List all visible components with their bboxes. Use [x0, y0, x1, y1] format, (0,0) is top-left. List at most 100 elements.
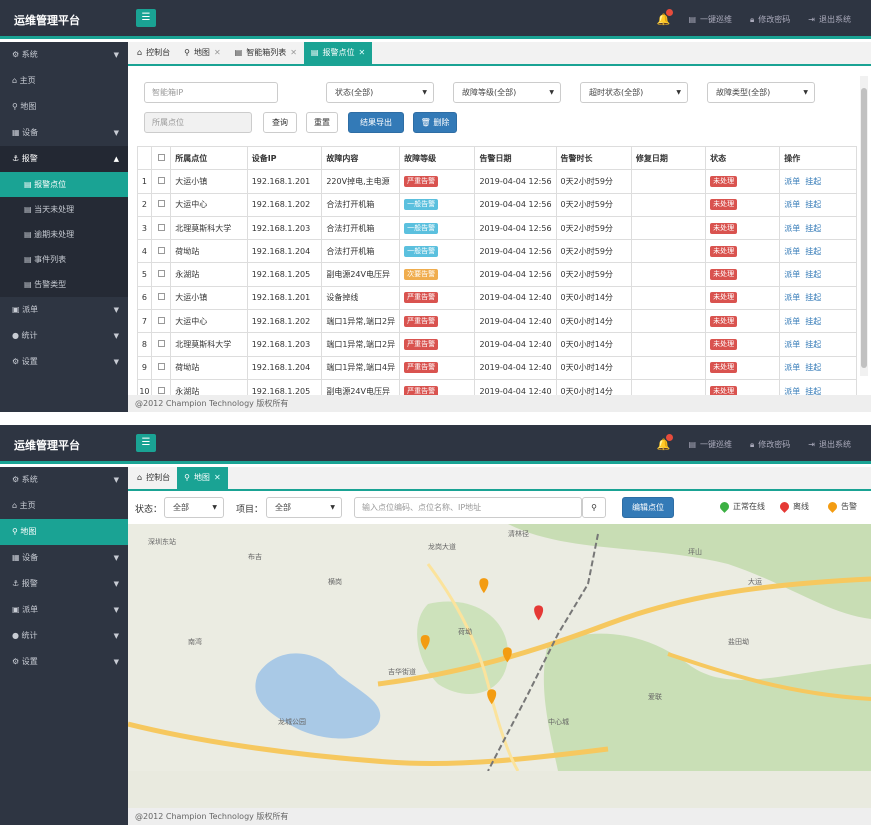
scrollbar-thumb[interactable]	[861, 88, 867, 368]
sidebar-item-stats[interactable]: ● 统计 ▼	[0, 323, 128, 349]
suspend-link[interactable]: 挂起	[805, 224, 821, 233]
tab-map[interactable]: ⚲ 地图 ✕	[177, 467, 228, 489]
location-input[interactable]: 所属点位	[144, 112, 252, 133]
map-status-select[interactable]: 全部 ▼	[164, 497, 224, 518]
table-row[interactable]: 1 大运小镇 192.168.1.201 220V掉电,主电源 严重告警 2019-04-…	[137, 169, 857, 194]
sidebar-sub-alarm-points[interactable]: ▤ 报警点位	[0, 172, 128, 197]
sidebar-item-device[interactable]: ▦ 设备 ▼	[0, 545, 128, 571]
checkbox[interactable]	[157, 293, 165, 301]
table-row[interactable]: 2 大运中心 192.168.1.202 合法打开机箱 一般告警 2019-04-04 1…	[137, 192, 857, 217]
table-row[interactable]: 3 北理莫斯科大学 192.168.1.203 合法打开机箱 一般告警 2019-04-0…	[137, 215, 857, 241]
sidebar-item-alarm[interactable]: ⚓ 报警 ▲	[0, 146, 128, 172]
suspend-link[interactable]: 挂起	[805, 177, 821, 186]
table-row[interactable]: 9 荷坳站 192.168.1.204 端口1异常,端口4异 严重告警 2019-04-0…	[137, 355, 857, 380]
sidebar-item-map[interactable]: ⚲ 地图	[0, 94, 128, 120]
dispatch-link[interactable]: 派单	[784, 293, 800, 302]
dispatch-link[interactable]: 派单	[784, 270, 800, 279]
smart-box-ip-input[interactable]: 智能箱IP	[144, 82, 278, 103]
search-button[interactable]: ⚲	[582, 497, 606, 518]
checkbox[interactable]	[157, 340, 165, 348]
close-icon[interactable]: ✕	[290, 42, 297, 64]
sidebar-sub-overdue-unhandled[interactable]: ▤ 逾期未处理	[0, 222, 128, 247]
sidebar-item-stats[interactable]: ● 统计 ▼	[0, 623, 128, 649]
sidebar-item-system[interactable]: ⚙ 系统 ▼	[0, 42, 128, 68]
suspend-link[interactable]: 挂起	[805, 247, 821, 256]
dispatch-link[interactable]: 派单	[784, 224, 800, 233]
one-key-inspect-link[interactable]: ▤ 一键巡维	[688, 14, 732, 25]
row-checkbox-cell[interactable]	[150, 309, 172, 334]
checkbox[interactable]	[157, 270, 165, 278]
close-icon[interactable]: ✕	[214, 42, 221, 64]
sidebar-item-dispatch[interactable]: ▣ 派单 ▼	[0, 597, 128, 623]
bell-icon[interactable]: 🔔	[657, 9, 674, 26]
sidebar-sub-alarm-types[interactable]: ▤ 告警类型	[0, 272, 128, 297]
sidebar-item-alarm[interactable]: ⚓ 报警 ▼	[0, 571, 128, 597]
row-checkbox-cell[interactable]	[150, 285, 172, 311]
dispatch-link[interactable]: 派单	[784, 363, 800, 372]
checkbox[interactable]	[157, 176, 165, 184]
sidebar-item-system[interactable]: ⚙ 系统 ▼	[0, 467, 128, 493]
row-checkbox-cell[interactable]	[150, 239, 172, 264]
bell-icon[interactable]: 🔔	[657, 434, 674, 451]
sidebar-item-home[interactable]: ⌂ 主页	[0, 493, 128, 519]
map-project-select[interactable]: 全部 ▼	[266, 497, 342, 518]
suspend-link[interactable]: 挂起	[805, 200, 821, 209]
table-row[interactable]: 6 大运小镇 192.168.1.201 设备掉线 严重告警 2019-04-04 12:…	[137, 285, 857, 311]
row-checkbox-cell[interactable]	[150, 169, 172, 194]
table-row[interactable]: 8 北理莫斯科大学 192.168.1.203 端口1异常,端口2异 严重告警 2019-…	[137, 332, 857, 357]
sidebar-item-dispatch[interactable]: ▣ 派单 ▼	[0, 297, 128, 323]
suspend-link[interactable]: 挂起	[805, 363, 821, 372]
checkbox[interactable]	[157, 246, 165, 254]
map-view[interactable]: 深圳东站 布吉 横岗 龙岗大道 清林径 坪山 大运 荷坳 龙城公园 爱联 吉华街道 中心城 南湾 盐田坳	[128, 524, 871, 808]
menu-toggle-button[interactable]: ☰	[136, 434, 156, 452]
timeout-status-select[interactable]: 超时状态(全部) ▼	[580, 82, 688, 103]
sidebar-item-map[interactable]: ⚲ 地图	[0, 519, 128, 545]
close-icon[interactable]: ✕	[214, 467, 221, 489]
dispatch-link[interactable]: 派单	[784, 200, 800, 209]
tab-alarm-points[interactable]: ▤ 报警点位 ✕	[303, 42, 373, 64]
checkbox[interactable]	[157, 363, 165, 371]
suspend-link[interactable]: 挂起	[805, 340, 821, 349]
tab-console[interactable]: ⌂ 控制台	[130, 42, 177, 64]
change-password-link[interactable]: 🔒︎ 修改密码	[750, 439, 790, 450]
dispatch-link[interactable]: 派单	[784, 317, 800, 326]
checkbox[interactable]	[157, 223, 165, 231]
fault-level-select[interactable]: 故障等级(全部) ▼	[453, 82, 561, 103]
table-row[interactable]: 4 荷坳站 192.168.1.204 合法打开机箱 一般告警 2019-04-04 12…	[137, 239, 857, 264]
sidebar-item-settings[interactable]: ⚙ 设置 ▼	[0, 349, 128, 375]
checkbox[interactable]	[157, 386, 165, 394]
vertical-scrollbar[interactable]	[860, 76, 868, 376]
menu-toggle-button[interactable]: ☰	[136, 9, 156, 27]
row-checkbox-cell[interactable]	[150, 355, 172, 380]
dispatch-link[interactable]: 派单	[784, 340, 800, 349]
close-icon[interactable]: ✕	[358, 42, 365, 64]
tab-map[interactable]: ⚲ 地图 ✕	[177, 42, 228, 64]
suspend-link[interactable]: 挂起	[805, 317, 821, 326]
dispatch-link[interactable]: 派单	[784, 177, 800, 186]
row-checkbox-cell[interactable]	[150, 332, 172, 357]
sidebar-sub-event-list[interactable]: ▤ 事件列表	[0, 247, 128, 272]
sidebar-item-device[interactable]: ▦ 设备 ▼	[0, 120, 128, 146]
tab-console[interactable]: ⌂ 控制台	[130, 467, 177, 489]
checkbox[interactable]	[157, 316, 165, 324]
logout-link[interactable]: ⇥ 退出系统	[808, 14, 851, 25]
header-select-all[interactable]	[150, 145, 172, 171]
sidebar-item-home[interactable]: ⌂ 主页	[0, 68, 128, 94]
sidebar-sub-today-unhandled[interactable]: ▤ 当天未处理	[0, 197, 128, 222]
export-button[interactable]: 结果导出	[348, 112, 404, 133]
sidebar-item-settings[interactable]: ⚙ 设置 ▼	[0, 649, 128, 675]
checkbox[interactable]	[157, 200, 165, 208]
logout-link[interactable]: ⇥ 退出系统	[808, 439, 851, 450]
row-checkbox-cell[interactable]	[150, 262, 172, 287]
suspend-link[interactable]: 挂起	[805, 270, 821, 279]
checkbox[interactable]	[157, 153, 165, 161]
tab-smart-box-list[interactable]: ▤ 智能箱列表 ✕	[228, 42, 304, 64]
row-checkbox-cell[interactable]	[150, 192, 172, 217]
table-row[interactable]: 7 大运中心 192.168.1.202 端口1异常,端口2异 严重告警 2019-04-…	[137, 309, 857, 334]
query-button[interactable]: 查询	[263, 112, 297, 133]
status-select[interactable]: 状态(全部) ▼	[326, 82, 434, 103]
change-password-link[interactable]: 🔒︎ 修改密码	[750, 14, 790, 25]
map-search-input[interactable]: 输入点位编码、点位名称、IP地址	[354, 497, 582, 518]
fault-type-select[interactable]: 故障类型(全部) ▼	[707, 82, 815, 103]
map-canvas[interactable]: 深圳东站布吉横岗 龙岗大道 清林径坪山大运荷坳龙城公园 爱联 吉华街道中心城 南湾 盐田坳	[128, 524, 871, 772]
